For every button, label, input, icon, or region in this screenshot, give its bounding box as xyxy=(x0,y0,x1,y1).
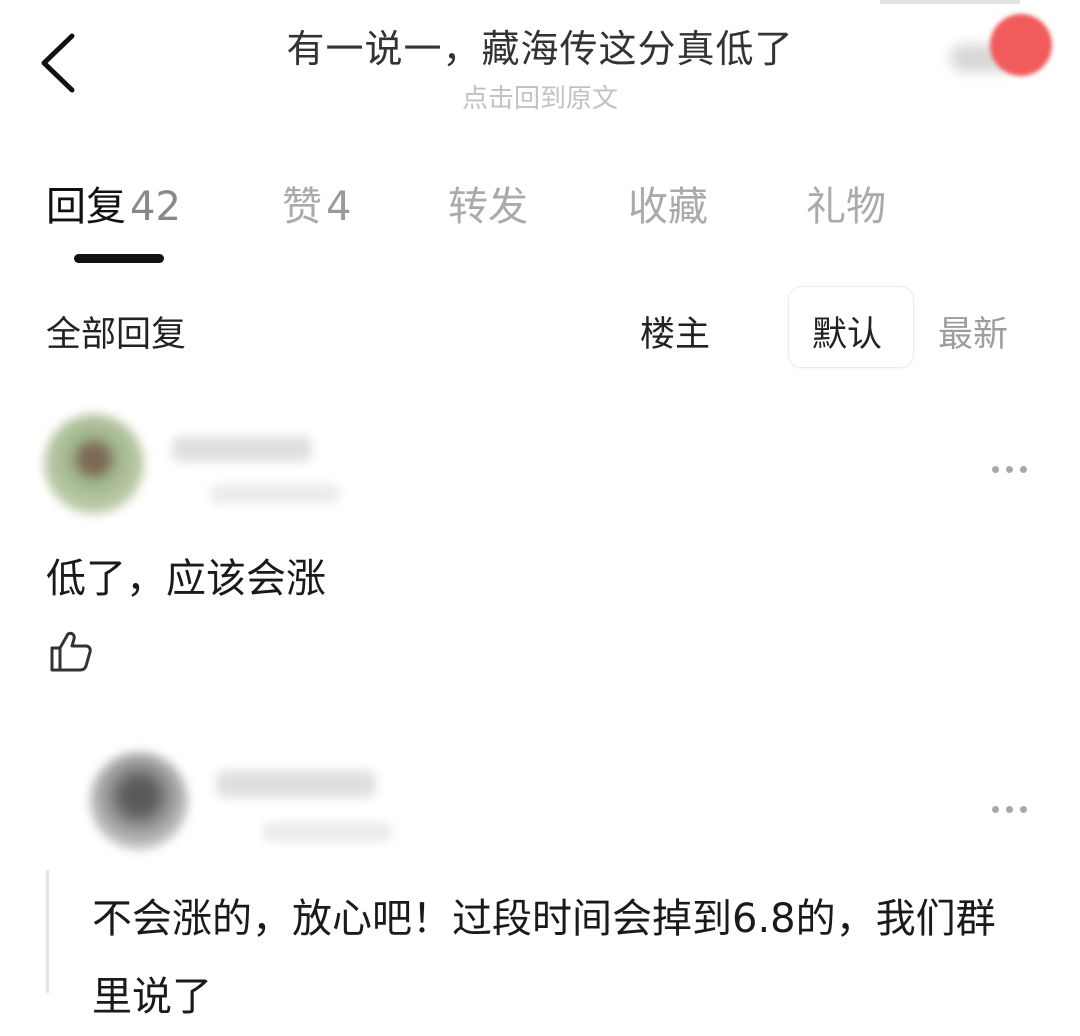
tab-count: 4 xyxy=(326,184,352,230)
tab-label: 转发 xyxy=(448,184,528,230)
tab-gifts[interactable]: 礼物 xyxy=(806,174,886,232)
all-replies-label: 全部回复 xyxy=(46,315,187,355)
reply-indent-line xyxy=(46,870,49,993)
commenter-avatar[interactable] xyxy=(44,414,144,514)
page-title: 有一说一，藏海传这分真低了 xyxy=(286,27,794,71)
blurred-meta xyxy=(262,822,392,842)
reply-text: 不会涨的，放心吧！过段时间会掉到6.8的，我们群里说了 xyxy=(92,896,996,1020)
blurred-username xyxy=(216,770,376,798)
filter-default[interactable]: 默认 xyxy=(812,306,882,357)
top-divider xyxy=(880,0,1020,4)
thumbs-up-icon[interactable] xyxy=(48,628,94,674)
tab-label: 回复 xyxy=(46,184,126,230)
tab-label: 礼物 xyxy=(806,184,886,230)
blurred-username xyxy=(172,436,312,462)
blurred-meta xyxy=(210,484,340,504)
tab-count: 42 xyxy=(130,184,181,230)
comment-text: 低了，应该会涨 xyxy=(46,556,326,602)
tab-likes[interactable]: 赞4 xyxy=(282,174,351,232)
more-icon[interactable] xyxy=(992,458,1036,473)
user-avatar[interactable] xyxy=(990,14,1052,76)
tab-replies[interactable]: 回复 42 xyxy=(46,174,181,232)
more-icon[interactable] xyxy=(992,798,1036,813)
tab-label: 收藏 xyxy=(628,184,708,230)
tab-forward[interactable]: 转发 xyxy=(448,174,528,232)
tab-favorites[interactable]: 收藏 xyxy=(628,174,708,232)
active-tab-indicator xyxy=(74,254,164,263)
filter-newest[interactable]: 最新 xyxy=(938,306,1008,357)
commenter-avatar[interactable] xyxy=(90,752,188,850)
tab-label: 赞 xyxy=(282,184,322,230)
back-to-original-link[interactable]: 点击回到原文 xyxy=(0,78,1080,115)
filter-op[interactable]: 楼主 xyxy=(640,306,710,357)
